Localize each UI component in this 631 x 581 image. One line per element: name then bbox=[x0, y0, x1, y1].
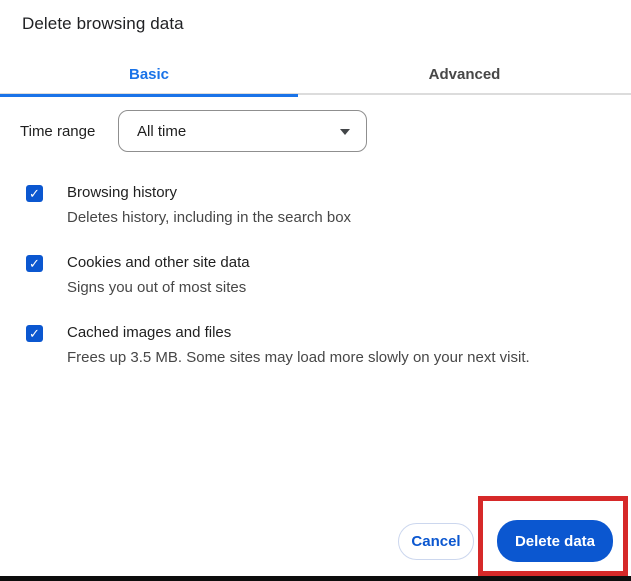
time-range-label: Time range bbox=[20, 122, 96, 140]
option-title: Browsing history bbox=[67, 184, 178, 201]
option-row-cookies: ✓ Cookies and other site data Signs you … bbox=[26, 250, 606, 300]
delete-browsing-data-dialog: Delete browsing data Basic Advanced Time… bbox=[0, 0, 631, 581]
browsing-history-checkbox[interactable]: ✓ bbox=[26, 185, 43, 202]
time-range-select[interactable]: All time bbox=[118, 110, 367, 152]
tab-basic-label: Basic bbox=[128, 65, 170, 83]
dialog-title: Delete browsing data bbox=[22, 14, 184, 33]
option-row-browsing-history: ✓ Browsing history Deletes history, incl… bbox=[26, 180, 606, 230]
option-title: Cached images and files bbox=[67, 324, 232, 341]
dialog-bottom-edge bbox=[0, 576, 631, 581]
option-text: Cookies and other site data Signs you ou… bbox=[67, 250, 250, 300]
option-title: Cookies and other site data bbox=[67, 254, 250, 271]
cached-images-checkbox[interactable]: ✓ bbox=[26, 325, 43, 342]
option-subtitle: Deletes history, including in the search… bbox=[67, 209, 352, 226]
tab-basic[interactable]: Basic bbox=[0, 53, 298, 97]
tab-bar: Basic Advanced bbox=[0, 53, 631, 97]
checkmark-icon: ✓ bbox=[29, 326, 40, 341]
cancel-button[interactable]: Cancel bbox=[398, 523, 474, 560]
delete-data-button[interactable]: Delete data bbox=[497, 520, 613, 562]
checkmark-icon: ✓ bbox=[29, 186, 40, 201]
option-text: Cached images and files Frees up 3.5 MB.… bbox=[67, 320, 530, 370]
cookies-checkbox[interactable]: ✓ bbox=[26, 255, 43, 272]
option-subtitle: Frees up 3.5 MB. Some sites may load mor… bbox=[67, 349, 530, 366]
time-range-row: Time range All time bbox=[20, 110, 367, 152]
time-range-selected-value: All time bbox=[137, 122, 187, 140]
dropdown-arrow-icon bbox=[340, 129, 350, 135]
tab-advanced-label: Advanced bbox=[428, 65, 501, 83]
tab-advanced[interactable]: Advanced bbox=[298, 53, 631, 95]
option-subtitle: Signs you out of most sites bbox=[67, 279, 247, 296]
checkmark-icon: ✓ bbox=[29, 256, 40, 271]
option-text: Browsing history Deletes history, includ… bbox=[67, 180, 351, 230]
option-row-cached-images: ✓ Cached images and files Frees up 3.5 M… bbox=[26, 320, 606, 370]
